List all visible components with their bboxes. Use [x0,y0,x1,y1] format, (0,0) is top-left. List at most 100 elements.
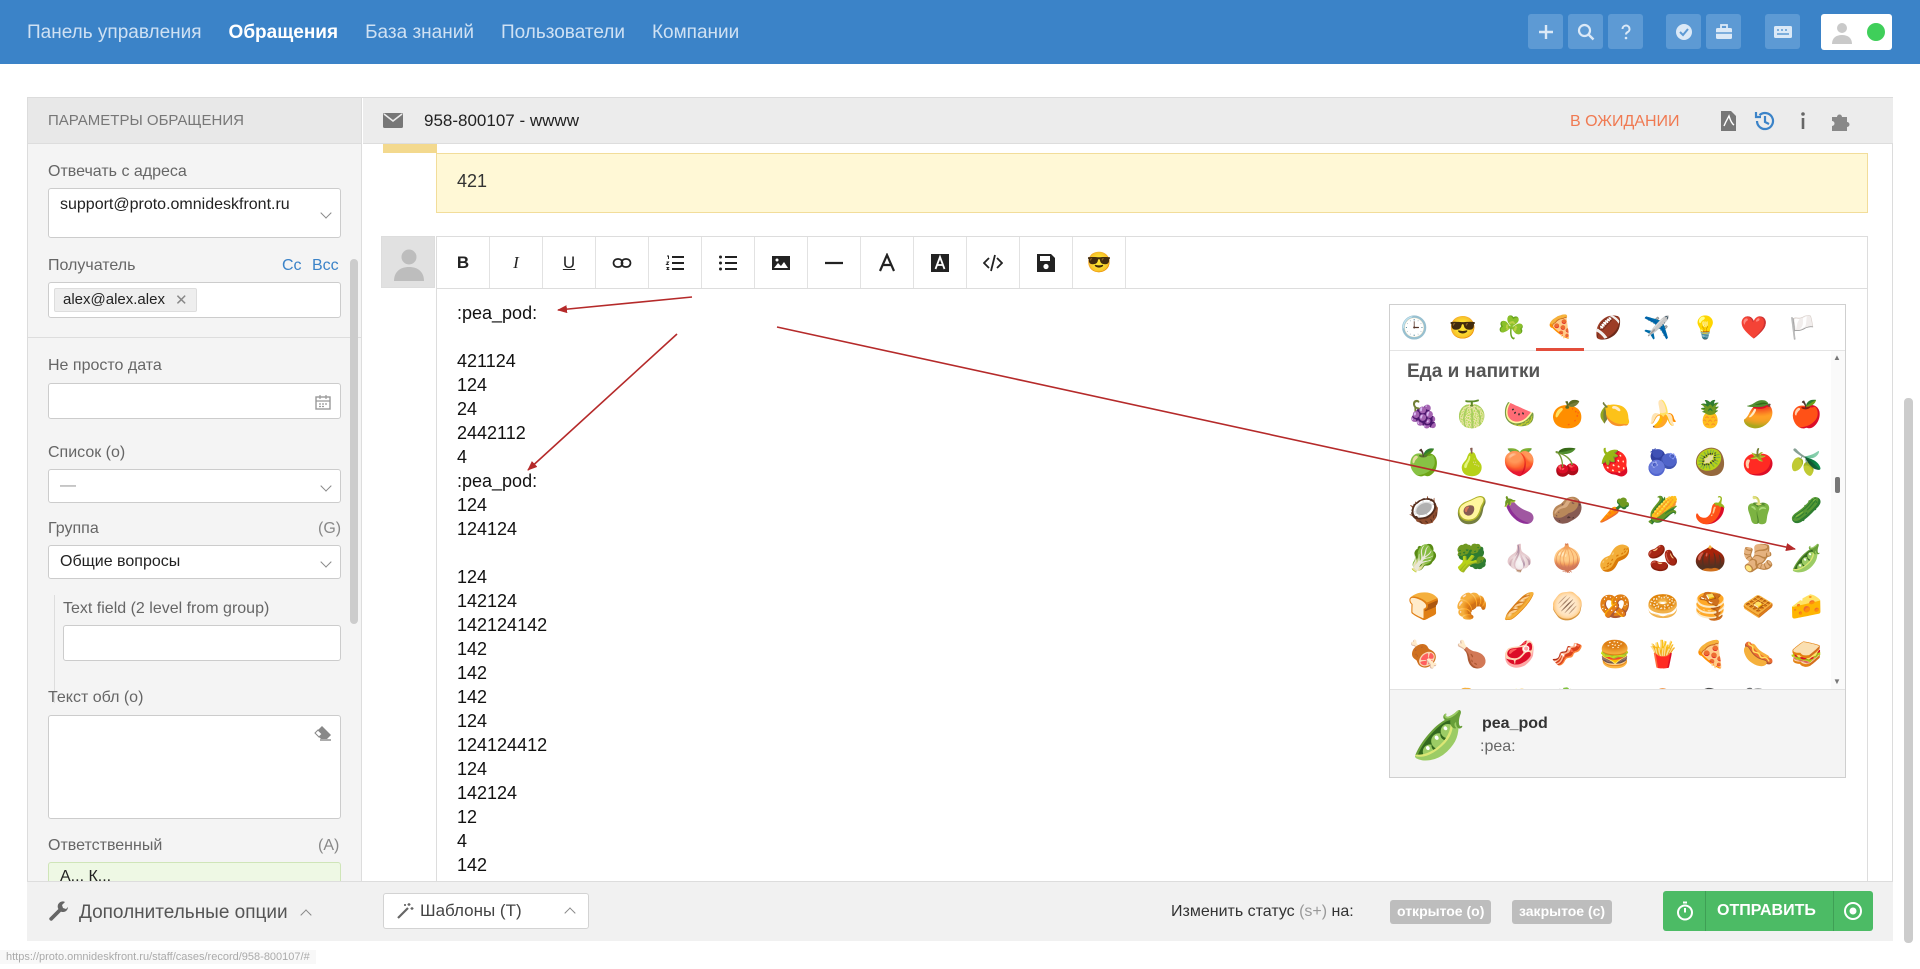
emoji-item[interactable]: 🥦 [1448,534,1496,582]
emoji-item[interactable]: 🍐 [1448,438,1496,486]
emoji-item[interactable]: 🍕 [1687,630,1735,678]
editor-scrollbar[interactable] [1904,398,1913,943]
emoji-category-flags-tab[interactable]: 🏳️ [1778,305,1827,351]
help-icon[interactable] [1608,14,1643,49]
emoji-item[interactable]: 🥓 [1543,630,1591,678]
emoji-category-travel-tab[interactable]: ✈️ [1633,305,1682,351]
status-open-button[interactable]: открытое (o) [1390,900,1492,924]
keyboard-icon[interactable] [1765,14,1800,49]
emoji-item[interactable]: 🍑 [1496,438,1544,486]
emoji-button[interactable]: 😎 [1073,237,1126,288]
image-button[interactable] [755,237,808,288]
bold-button[interactable]: B [437,237,490,288]
emoji-item[interactable]: 🌶️ [1687,486,1735,534]
link-button[interactable] [596,237,649,288]
list-select[interactable]: — [48,469,341,503]
emoji-item[interactable]: 🍊 [1543,390,1591,438]
emoji-item[interactable]: 🥨 [1591,582,1639,630]
emoji-item[interactable]: 🍇 [1400,390,1448,438]
date-input[interactable] [48,383,341,419]
emoji-item[interactable]: 🍆 [1496,486,1544,534]
emoji-item[interactable]: 🍏 [1400,438,1448,486]
emoji-category-activity-tab[interactable]: 🏈 [1584,305,1633,351]
scroll-down-icon[interactable]: ▼ [1833,677,1841,686]
emoji-item[interactable]: 🍎 [1782,390,1830,438]
close-icon[interactable]: ✕ [175,291,188,311]
templates-button[interactable]: Шаблоны (T) [383,893,589,929]
recipient-field[interactable]: alex@alex.alex ✕ [48,282,341,318]
nav-knowledge-base[interactable]: База знаний [365,22,474,44]
calendar-icon[interactable] [315,394,331,410]
user-menu[interactable] [1821,14,1892,50]
emoji-item[interactable]: 🍗 [1448,630,1496,678]
plus-icon[interactable] [1528,14,1563,49]
emoji-item[interactable]: 🫐 [1639,438,1687,486]
emoji-item[interactable]: 🍍 [1687,390,1735,438]
emoji-item[interactable]: 🫑 [1734,486,1782,534]
emoji-item[interactable]: 🫚 [1734,534,1782,582]
history-icon[interactable] [1753,109,1777,133]
check-badge-icon[interactable] [1666,14,1701,49]
pdf-icon[interactable] [1716,109,1740,133]
additional-options-toggle[interactable]: Дополнительные опции [47,901,312,925]
emoji-category-smileys-tab[interactable]: 😎 [1439,305,1488,351]
textarea-input[interactable] [48,715,341,819]
search-icon[interactable] [1568,14,1603,49]
reply-from-select[interactable]: support@proto.omnideskfront.ru [48,188,341,238]
emoji-item[interactable]: 🍔 [1591,630,1639,678]
emoji-item[interactable]: 🥖 [1496,582,1544,630]
emoji-item[interactable]: 🥬 [1400,534,1448,582]
puzzle-icon[interactable] [1829,109,1853,133]
scroll-up-icon[interactable]: ▲ [1833,353,1841,362]
horizontal-rule-button[interactable] [808,237,861,288]
emoji-item[interactable]: 🥭 [1734,390,1782,438]
emoji-item[interactable]: 🫛 [1782,534,1830,582]
info-icon[interactable] [1791,109,1815,133]
emoji-item[interactable]: 🍞 [1400,582,1448,630]
group-select[interactable]: Общие вопросы [48,545,341,579]
emoji-item[interactable]: 🥕 [1591,486,1639,534]
emoji-item[interactable]: 🌭 [1734,630,1782,678]
emoji-item[interactable]: 🍅 [1734,438,1782,486]
emoji-item[interactable]: 🧇 [1734,582,1782,630]
eraser-icon[interactable] [314,725,332,741]
emoji-item[interactable]: 🥒 [1782,486,1830,534]
emoji-item[interactable]: 🥯 [1639,582,1687,630]
underline-button[interactable]: U [543,237,596,288]
sidebar-scrollbar[interactable] [350,259,358,624]
nav-dashboard[interactable]: Панель управления [27,22,202,44]
save-button[interactable] [1020,237,1073,288]
bullet-list-button[interactable] [702,237,755,288]
emoji-category-nature-tab[interactable]: ☘️ [1487,305,1536,351]
emoji-item[interactable]: 🌰 [1687,534,1735,582]
emoji-item[interactable]: 🍌 [1639,390,1687,438]
emoji-item[interactable]: 🍓 [1591,438,1639,486]
emoji-scroll-thumb[interactable] [1835,477,1840,493]
emoji-item[interactable]: 🧄 [1496,534,1544,582]
italic-button[interactable]: I [490,237,543,288]
timer-icon[interactable] [1675,901,1695,921]
emoji-item[interactable]: 🧅 [1543,534,1591,582]
send-options-icon[interactable] [1843,901,1863,921]
ordered-list-button[interactable] [649,237,702,288]
emoji-item[interactable]: 🥜 [1591,534,1639,582]
emoji-scrollbar[interactable]: ▲ ▼ [1831,351,1845,689]
emoji-item[interactable]: 🍒 [1543,438,1591,486]
nav-users[interactable]: Пользователи [501,22,625,44]
emoji-category-food-tab[interactable]: 🍕 [1535,305,1584,351]
emoji-item[interactable]: 🥞 [1687,582,1735,630]
emoji-item[interactable]: 🥐 [1448,582,1496,630]
briefcase-icon[interactable] [1706,14,1741,49]
emoji-item[interactable]: 🍉 [1496,390,1544,438]
emoji-item[interactable]: 🫓 [1543,582,1591,630]
emoji-item[interactable]: 🍟 [1639,630,1687,678]
cc-link[interactable]: Cc [282,257,302,275]
emoji-category-objects-tab[interactable]: 💡 [1681,305,1730,351]
emoji-item[interactable]: 🥔 [1543,486,1591,534]
background-color-button[interactable] [914,237,967,288]
font-color-button[interactable] [861,237,914,288]
send-button[interactable]: ОТПРАВИТЬ [1663,891,1873,931]
emoji-item[interactable]: 🥝 [1687,438,1735,486]
emoji-category-recent-tab[interactable]: 🕒 [1390,305,1439,351]
emoji-item[interactable]: 🥪 [1782,630,1830,678]
